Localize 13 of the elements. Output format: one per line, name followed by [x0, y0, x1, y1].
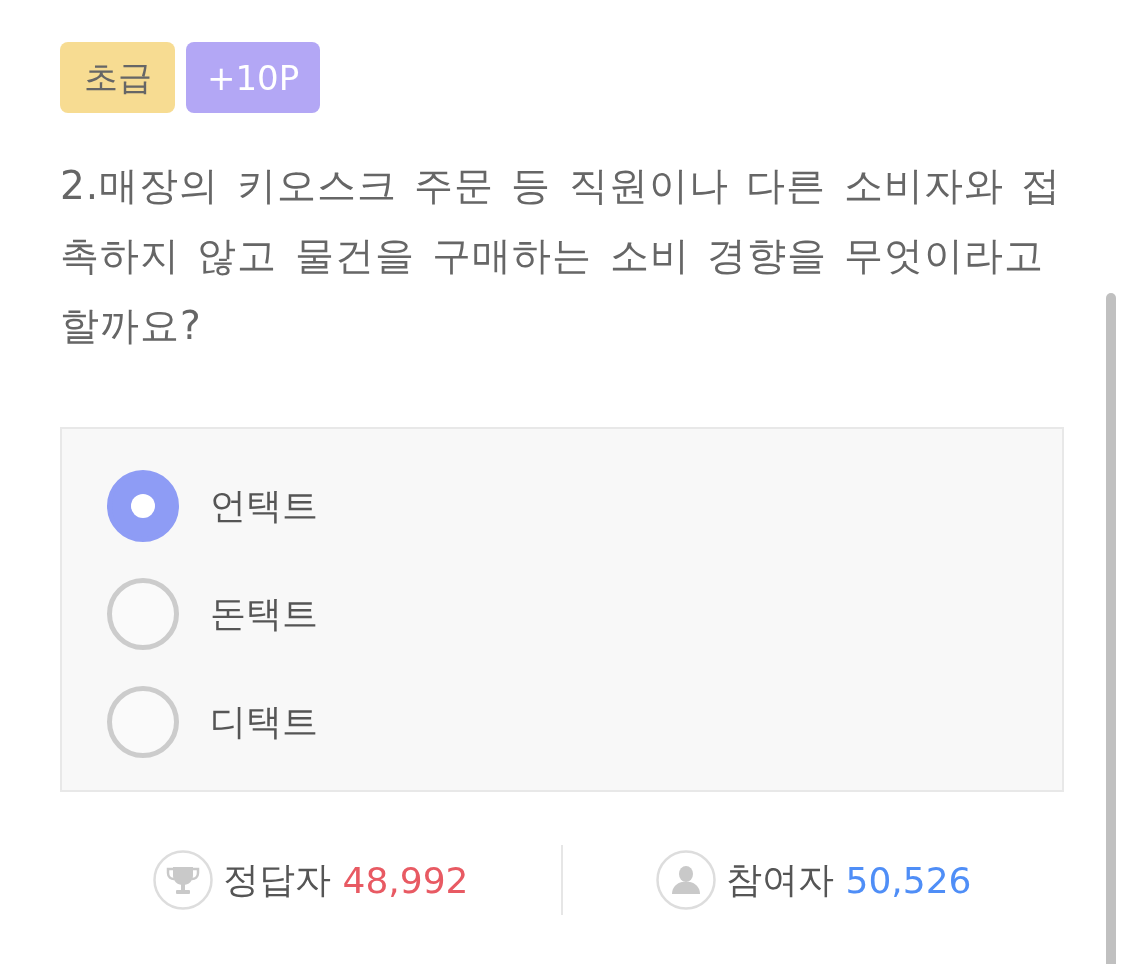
option-label[interactable]: 언택트 — [210, 481, 318, 531]
stat-count: 48,992 — [342, 859, 469, 901]
scrollbar[interactable] — [1106, 293, 1116, 964]
trophy-icon — [152, 850, 213, 910]
stat-label: 참여자 — [725, 857, 834, 902]
stat-label: 정답자 — [222, 857, 331, 902]
points-badge: +10P — [186, 42, 321, 113]
person-icon — [655, 850, 716, 910]
question-text: 2.매장의 키오스크 주문 등 직원이나 다른 소비자와 접촉하지 않고 물건을 구매하는 소비 경향을 무엇이라고 할까요? — [60, 162, 1062, 350]
level-badge: 초급 — [60, 42, 175, 113]
stat-count: 50,526 — [845, 859, 972, 901]
option-label[interactable]: 디택트 — [210, 697, 318, 747]
option-label[interactable]: 돈택트 — [210, 589, 318, 639]
